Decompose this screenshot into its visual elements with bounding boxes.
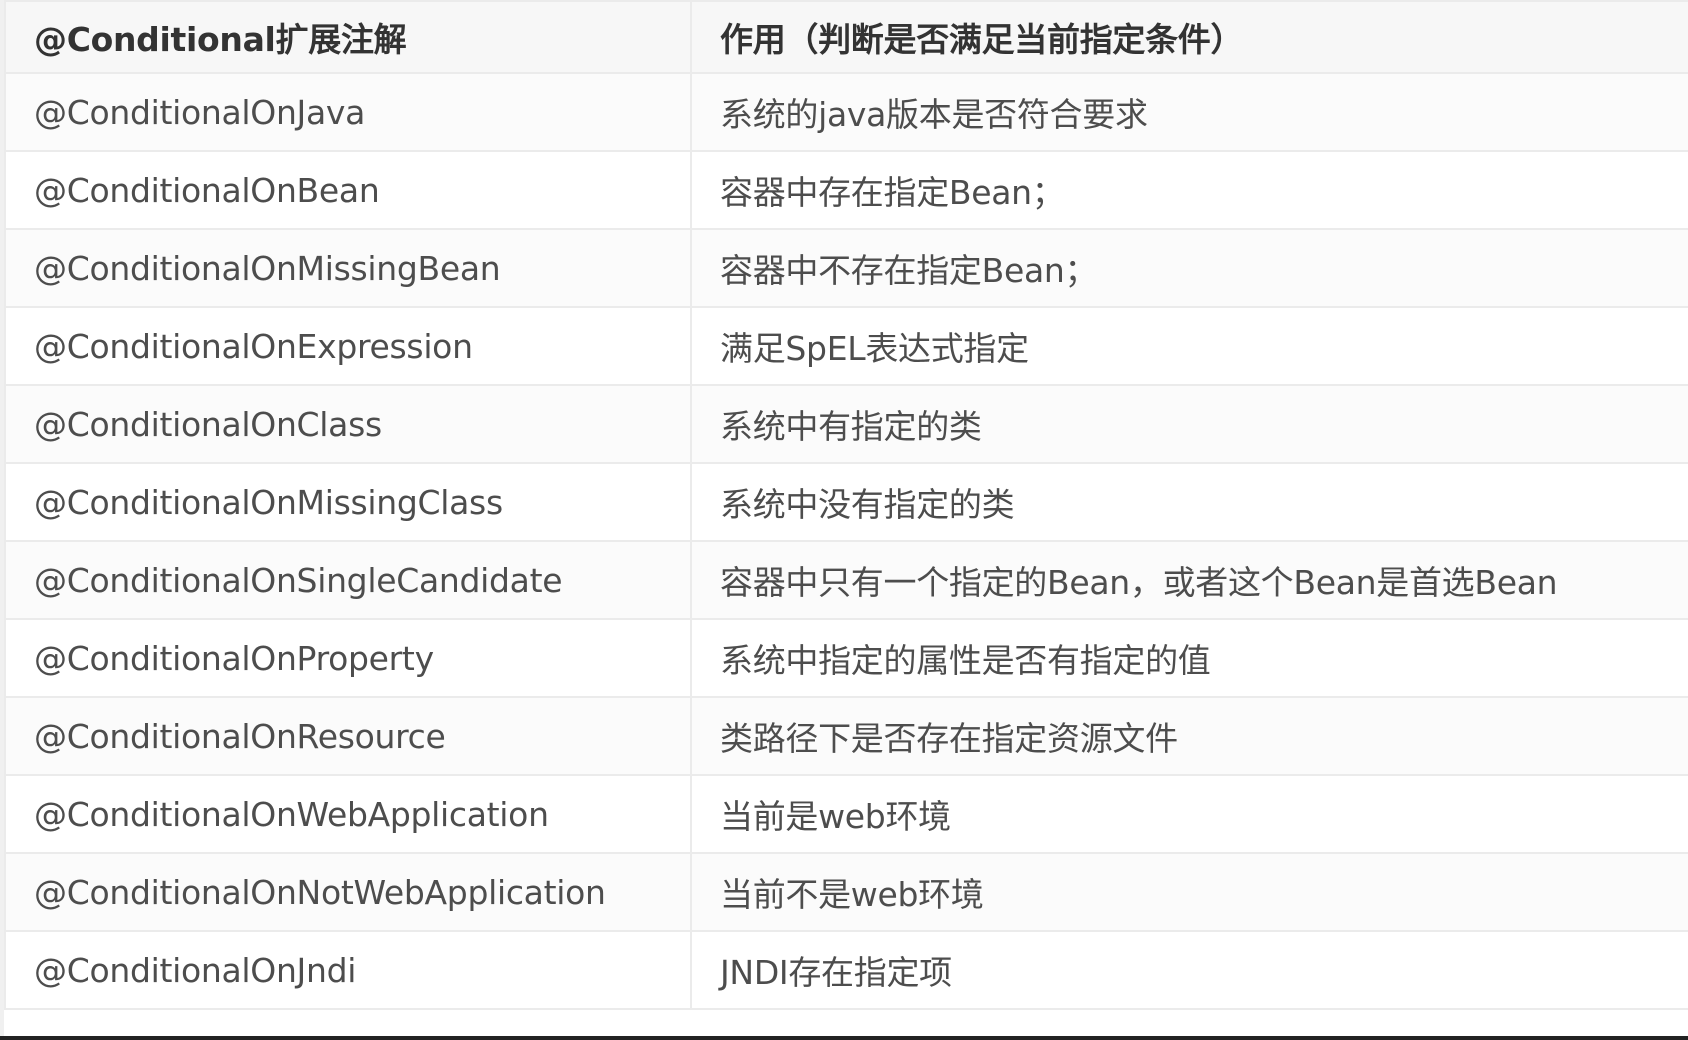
table-header-row: @Conditional扩展注解 作用（判断是否满足当前指定条件） (4, 0, 1688, 74)
annotation-cell: @ConditionalOnClass (4, 384, 692, 464)
table-row: @ConditionalOnProperty 系统中指定的属性是否有指定的值 (4, 618, 1688, 698)
annotation-cell: @ConditionalOnExpression (4, 306, 692, 386)
purpose-cell: 系统中没有指定的类 (690, 462, 1688, 542)
table-row: @ConditionalOnSingleCandidate 容器中只有一个指定的… (4, 540, 1688, 620)
annotation-cell: @ConditionalOnNotWebApplication (4, 852, 692, 932)
purpose-cell: 容器中存在指定Bean； (690, 150, 1688, 230)
table-row: @ConditionalOnBean 容器中存在指定Bean； (4, 150, 1688, 230)
annotation-cell: @ConditionalOnResource (4, 696, 692, 776)
annotation-cell: @ConditionalOnJndi (4, 930, 692, 1010)
table-row: @ConditionalOnJndi JNDI存在指定项 (4, 930, 1688, 1010)
table-row: @ConditionalOnMissingBean 容器中不存在指定Bean； (4, 228, 1688, 308)
annotation-cell: @ConditionalOnMissingBean (4, 228, 692, 308)
table-row: @ConditionalOnResource 类路径下是否存在指定资源文件 (4, 696, 1688, 776)
purpose-cell: 系统中有指定的类 (690, 384, 1688, 464)
header-annotation: @Conditional扩展注解 (4, 0, 692, 74)
purpose-cell: 系统中指定的属性是否有指定的值 (690, 618, 1688, 698)
purpose-cell: 当前是web环境 (690, 774, 1688, 854)
header-purpose: 作用（判断是否满足当前指定条件） (690, 0, 1688, 74)
table-row: @ConditionalOnWebApplication 当前是web环境 (4, 774, 1688, 854)
table-row: @ConditionalOnJava 系统的java版本是否符合要求 (4, 72, 1688, 152)
conditional-annotations-table: @Conditional扩展注解 作用（判断是否满足当前指定条件） @Condi… (4, 0, 1688, 1010)
annotation-cell: @ConditionalOnMissingClass (4, 462, 692, 542)
annotation-cell: @ConditionalOnJava (4, 72, 692, 152)
purpose-cell: 类路径下是否存在指定资源文件 (690, 696, 1688, 776)
bottom-edge (0, 1036, 1688, 1040)
purpose-cell: JNDI存在指定项 (690, 930, 1688, 1010)
purpose-cell: 当前不是web环境 (690, 852, 1688, 932)
table-row: @ConditionalOnExpression 满足SpEL表达式指定 (4, 306, 1688, 386)
annotation-cell: @ConditionalOnProperty (4, 618, 692, 698)
purpose-cell: 系统的java版本是否符合要求 (690, 72, 1688, 152)
annotation-cell: @ConditionalOnSingleCandidate (4, 540, 692, 620)
table-row: @ConditionalOnMissingClass 系统中没有指定的类 (4, 462, 1688, 542)
annotation-cell: @ConditionalOnBean (4, 150, 692, 230)
conditional-annotations-table-container: @Conditional扩展注解 作用（判断是否满足当前指定条件） @Condi… (4, 0, 1688, 1040)
purpose-cell: 容器中只有一个指定的Bean，或者这个Bean是首选Bean (690, 540, 1688, 620)
table-row: @ConditionalOnNotWebApplication 当前不是web环… (4, 852, 1688, 932)
annotation-cell: @ConditionalOnWebApplication (4, 774, 692, 854)
purpose-cell: 容器中不存在指定Bean； (690, 228, 1688, 308)
table-row: @ConditionalOnClass 系统中有指定的类 (4, 384, 1688, 464)
purpose-cell: 满足SpEL表达式指定 (690, 306, 1688, 386)
